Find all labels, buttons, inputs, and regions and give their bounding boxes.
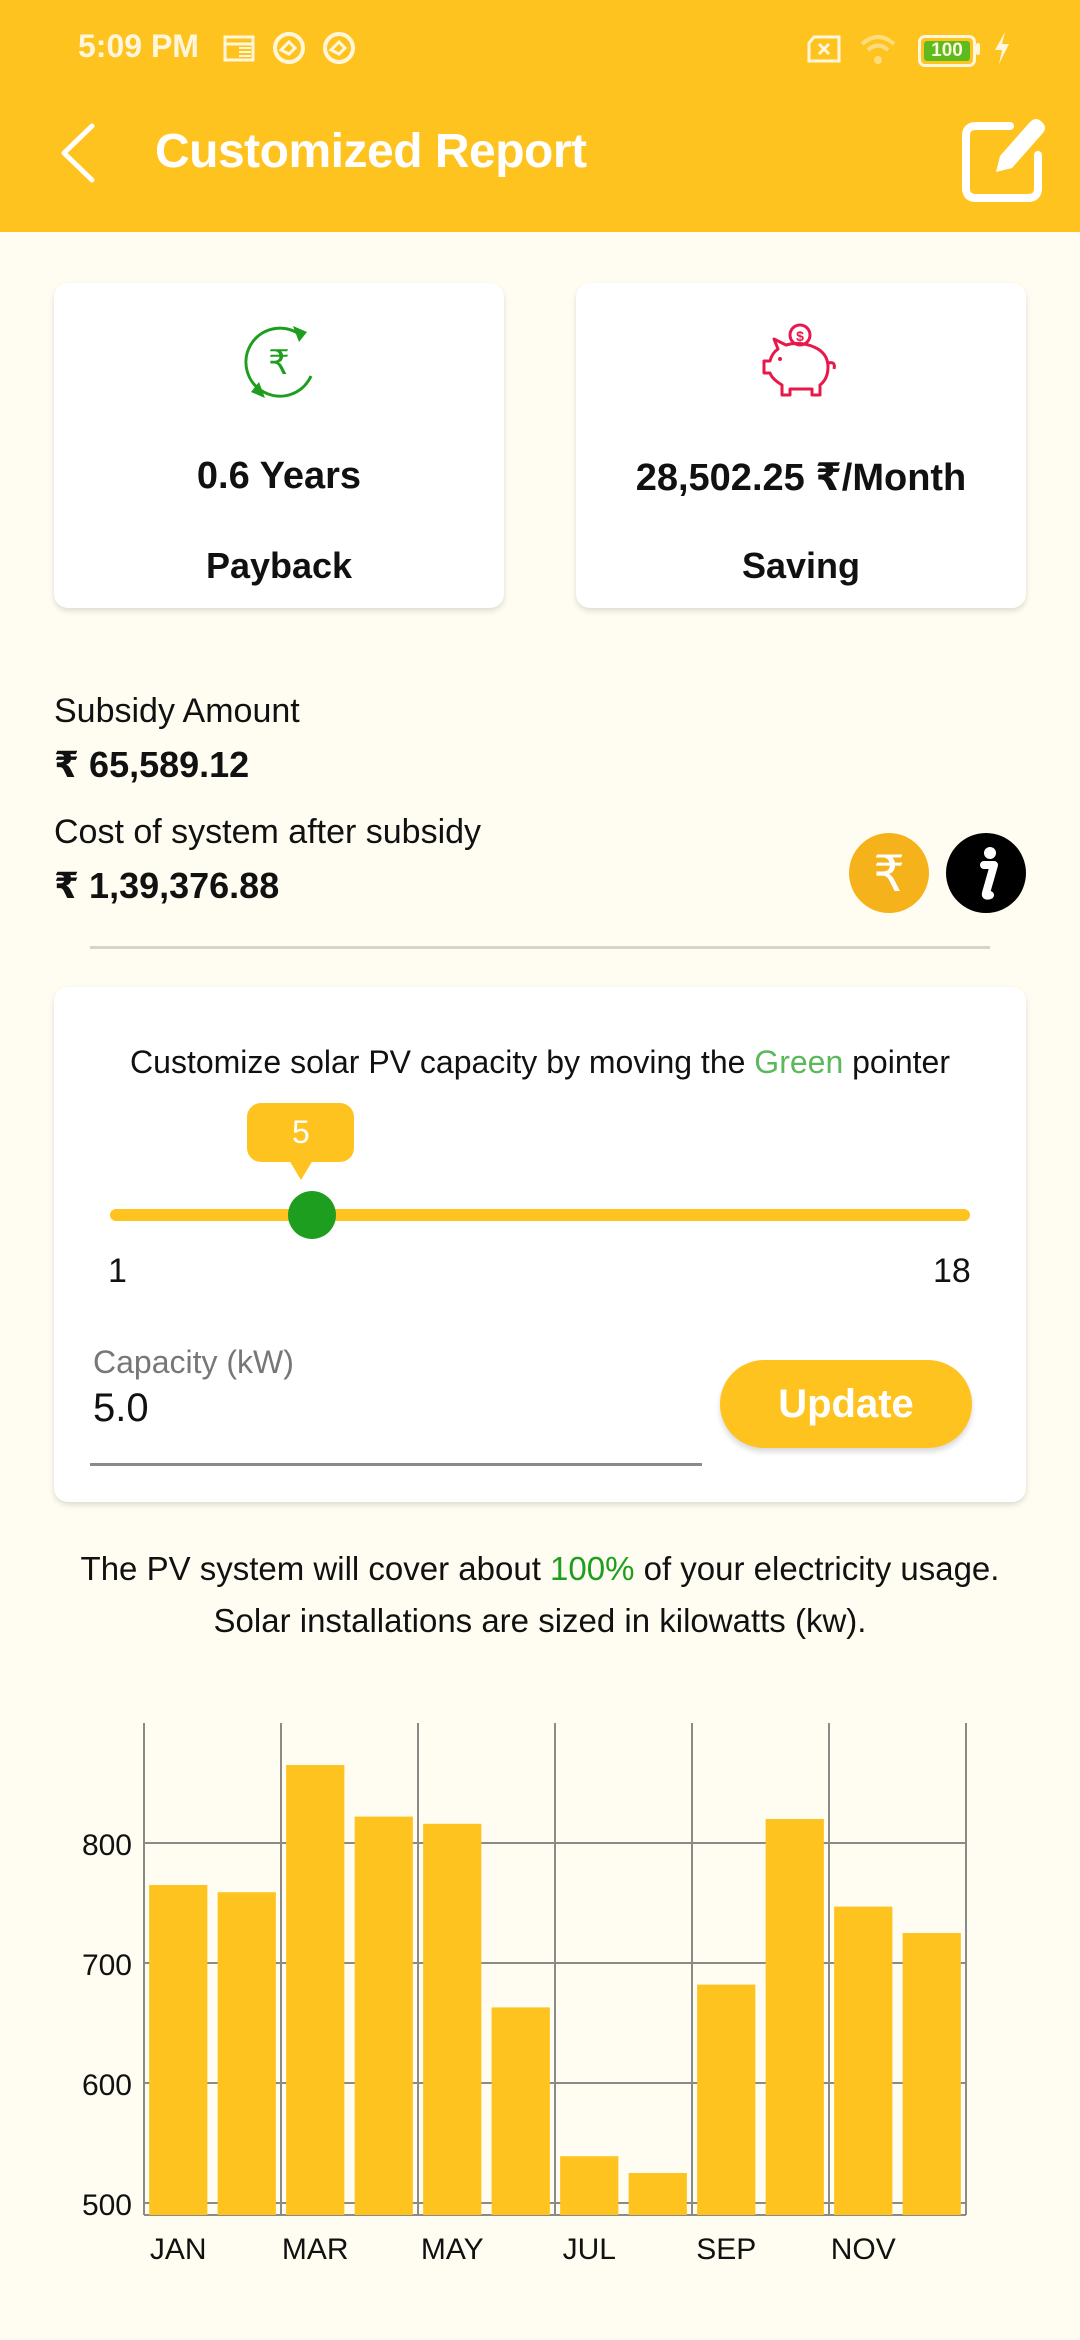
slider-max-label: 18 bbox=[933, 1252, 971, 1290]
capacity-slider-track[interactable] bbox=[110, 1209, 970, 1221]
x-tick-label: NOV bbox=[831, 2233, 896, 2260]
x-tick-label: MAY bbox=[421, 2233, 484, 2260]
calendar-icon bbox=[223, 35, 255, 62]
rupee-cycle-icon: ₹ bbox=[244, 326, 313, 398]
cost-value: ₹ 1,39,376.88 bbox=[54, 865, 280, 906]
rupee-icon: ₹ bbox=[873, 846, 905, 901]
piggy-bank-icon: $ bbox=[762, 323, 836, 397]
x-tick-label: JAN bbox=[150, 2233, 207, 2260]
coverage-pre: The PV system will cover about bbox=[80, 1550, 551, 1587]
instruction-highlight: Green bbox=[754, 1044, 844, 1080]
status-time: 5:09 PM bbox=[78, 28, 199, 64]
capacity-input-underline bbox=[90, 1463, 702, 1466]
coverage-percent: 100% bbox=[550, 1550, 635, 1587]
edit-button[interactable] bbox=[958, 110, 1050, 202]
no-sim-icon bbox=[807, 35, 841, 63]
capacity-slider-thumb[interactable] bbox=[288, 1191, 337, 1239]
bar-nov bbox=[834, 1906, 893, 2215]
cost-label: Cost of system after subsidy bbox=[54, 813, 482, 851]
battery-icon: 100 bbox=[918, 35, 976, 67]
saving-card: $ 28,502.25 ₹/Month Saving bbox=[576, 283, 1026, 608]
page-title: Customized Report bbox=[155, 125, 587, 178]
info-icon bbox=[980, 847, 998, 900]
y-tick-label: 800 bbox=[82, 1829, 132, 1862]
svg-text:$: $ bbox=[796, 328, 804, 344]
bar-may bbox=[423, 1823, 482, 2215]
bar-dec bbox=[902, 1933, 961, 2215]
instruction-post: pointer bbox=[843, 1044, 950, 1080]
payback-label: Payback bbox=[205, 545, 353, 586]
subsidy-label: Subsidy Amount bbox=[54, 692, 300, 730]
slider-value-tooltip: 5 bbox=[247, 1103, 355, 1162]
instruction-text: Customize solar PV capacity by moving th… bbox=[54, 1044, 1026, 1081]
saving-label: Saving bbox=[741, 545, 861, 586]
chevron-left-icon bbox=[61, 123, 95, 183]
y-tick-label: 700 bbox=[82, 1949, 132, 1982]
y-tick-label: 600 bbox=[82, 2069, 132, 2102]
saving-value: 28,502.25 ₹/Month bbox=[635, 457, 967, 499]
x-tick-label: JUL bbox=[563, 2233, 616, 2260]
slider-min-label: 1 bbox=[108, 1252, 127, 1290]
app-notification-icon bbox=[323, 32, 355, 64]
bar-feb bbox=[217, 1892, 276, 2215]
payback-card: ₹ 0.6 Years Payback bbox=[54, 283, 504, 608]
coverage-line-2: Solar installations are sized in kilowat… bbox=[213, 1602, 867, 1639]
info-button[interactable] bbox=[946, 833, 1026, 913]
back-button[interactable] bbox=[52, 118, 102, 188]
svg-text:₹: ₹ bbox=[873, 846, 905, 901]
bar-jul bbox=[560, 2156, 619, 2215]
bar-oct bbox=[765, 1819, 824, 2215]
bar-apr bbox=[354, 1816, 413, 2215]
subsidy-value: ₹ 65,589.12 bbox=[54, 744, 250, 785]
bar-mar bbox=[286, 1765, 345, 2215]
edit-icon bbox=[962, 119, 1045, 202]
charging-icon bbox=[995, 32, 1009, 64]
coverage-line-1: The PV system will cover about 100% of y… bbox=[0, 1550, 1080, 1588]
app-notification-icon bbox=[273, 32, 305, 64]
x-tick-label: MAR bbox=[282, 2233, 349, 2260]
bar-jan bbox=[149, 1885, 208, 2215]
battery-tip bbox=[976, 43, 980, 55]
instruction-pre: Customize solar PV capacity by moving th… bbox=[130, 1044, 755, 1080]
bar-sep bbox=[697, 1984, 756, 2215]
capacity-input[interactable] bbox=[93, 1386, 693, 1431]
monthly-generation-chart: 500 600 700 800 JAN MAR MAY JUL SEP NOV bbox=[82, 1723, 967, 2260]
wifi-icon bbox=[860, 35, 896, 64]
capacity-input-label: Capacity (kW) bbox=[93, 1344, 294, 1380]
divider bbox=[90, 946, 990, 949]
battery-level: 100 bbox=[924, 41, 970, 61]
bar-jun bbox=[491, 2007, 550, 2215]
bar-aug bbox=[628, 2173, 687, 2215]
tooltip-tail bbox=[289, 1160, 314, 1180]
coverage-post: of your electricity usage. bbox=[634, 1550, 1000, 1587]
svg-text:₹: ₹ bbox=[268, 344, 290, 382]
x-tick-label: SEP bbox=[696, 2233, 756, 2260]
y-tick-label: 500 bbox=[82, 2189, 132, 2222]
rupee-button[interactable]: ₹ bbox=[849, 833, 929, 913]
payback-value: 0.6 Years bbox=[196, 455, 362, 497]
update-button[interactable]: Update bbox=[720, 1360, 972, 1448]
